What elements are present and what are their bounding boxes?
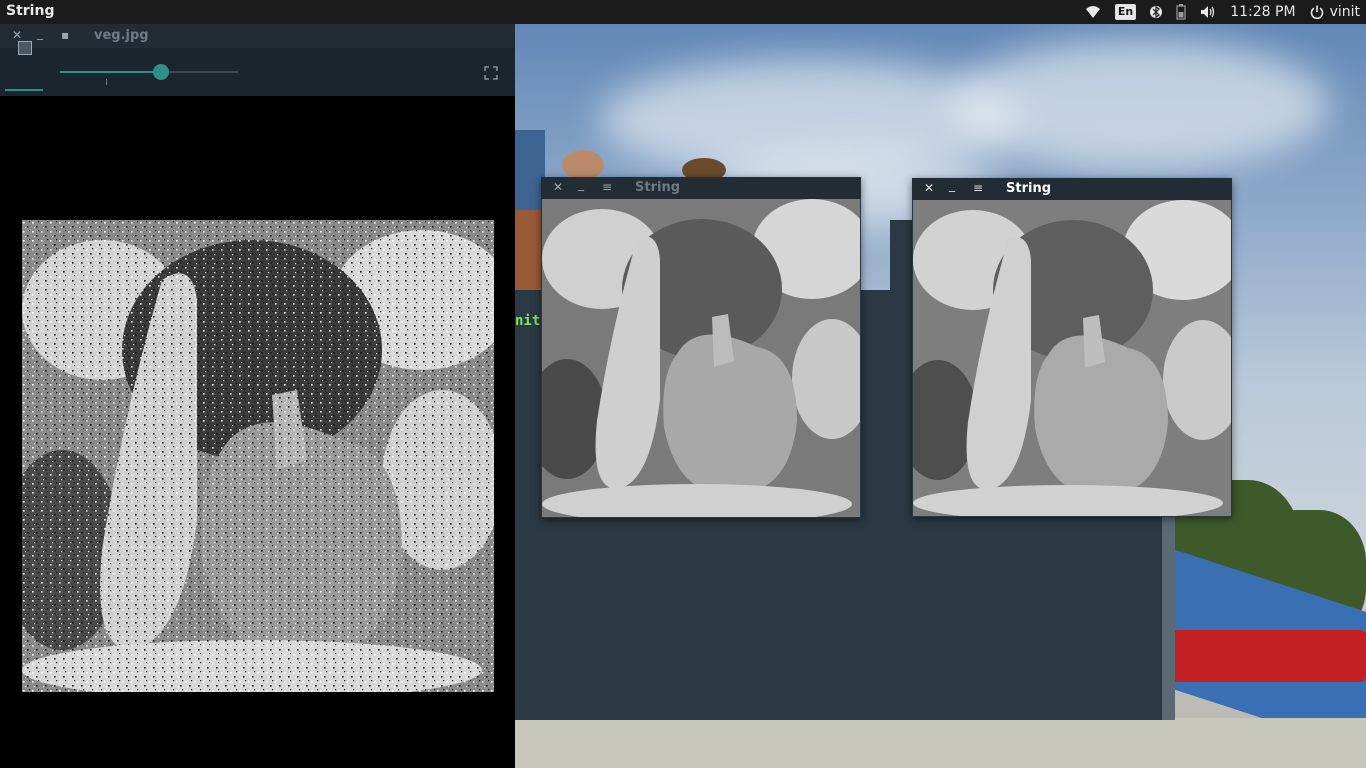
- panel-indicators: En 11:28 PM vinit: [1085, 0, 1360, 24]
- clock[interactable]: 11:28 PM: [1230, 4, 1295, 20]
- viewer-titlebar[interactable]: ✕ _ ▪ veg.jpg: [0, 24, 515, 48]
- menu-icon[interactable]: ≡: [602, 180, 612, 194]
- bluetooth-icon[interactable]: [1150, 4, 1163, 20]
- minimize-icon[interactable]: _: [37, 26, 43, 40]
- image-window-2-titlebar[interactable]: ✕ _ ≡ String: [912, 178, 1232, 200]
- keyboard-layout-indicator[interactable]: En: [1114, 4, 1137, 20]
- close-icon[interactable]: ✕: [553, 180, 563, 194]
- volume-icon[interactable]: [1200, 5, 1216, 19]
- fullscreen-icon[interactable]: [484, 65, 498, 80]
- filtered-peppers-image-2: [898, 200, 1243, 521]
- minimize-icon[interactable]: _: [949, 178, 955, 192]
- wifi-icon[interactable]: [1085, 5, 1101, 19]
- minimize-icon[interactable]: _: [578, 177, 584, 191]
- zoom-slider-tick: [106, 79, 107, 85]
- battery-icon[interactable]: [1176, 4, 1186, 20]
- image-window-2-title: String: [1006, 181, 1052, 196]
- menu-icon[interactable]: ≡: [973, 181, 983, 195]
- viewer-title: veg.jpg: [94, 28, 149, 43]
- close-icon[interactable]: ✕: [12, 28, 22, 42]
- user-name[interactable]: vinit: [1330, 4, 1360, 20]
- maximize-icon[interactable]: ▪: [61, 28, 69, 42]
- zoom-slider-fill: [60, 71, 162, 73]
- view-mode-button[interactable]: [18, 41, 32, 55]
- view-mode-underline: [5, 89, 43, 91]
- terminal-text: nit: [515, 313, 541, 329]
- filtered-peppers-image-1: [527, 199, 872, 524]
- image-window-2: ✕ _ ≡ String: [898, 178, 1243, 521]
- close-icon[interactable]: ✕: [924, 181, 934, 195]
- image-window-1-titlebar[interactable]: ✕ _ ≡ String: [541, 177, 861, 199]
- noisy-peppers-image: [2, 220, 512, 700]
- top-panel: String En 11:28 PM vinit: [0, 0, 1366, 24]
- image-window-1: ✕ _ ≡ String: [527, 177, 872, 524]
- power-icon[interactable]: [1310, 5, 1324, 19]
- image-window-1-title: String: [635, 180, 681, 195]
- image-viewer-window: ✕ _ ▪ veg.jpg: [0, 24, 515, 768]
- active-app-title: String: [6, 3, 55, 19]
